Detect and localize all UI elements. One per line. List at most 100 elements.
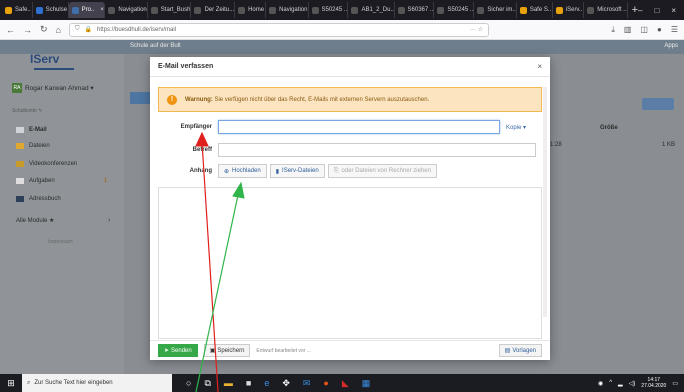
browser-tab[interactable]: Schulse [33, 2, 69, 18]
recipient-input[interactable] [218, 120, 500, 134]
page-actions-icon[interactable]: ··· ☆ [470, 26, 483, 33]
copy-dropdown[interactable]: Kopie ▾ [506, 124, 526, 131]
send-button[interactable]: ➤ Senden [158, 344, 198, 357]
tray-arrow-icon[interactable]: ^ [609, 380, 612, 386]
subject-label: Betreff [192, 147, 212, 153]
message-editor[interactable] [158, 187, 542, 339]
forward-icon[interactable]: → [23, 25, 32, 35]
minimize-icon[interactable]: – [638, 6, 642, 15]
tab-favicon-icon [555, 6, 563, 14]
tab-label: iServ.. [565, 7, 583, 13]
tasks-icon [16, 178, 24, 184]
browser-tab[interactable]: AB1_2_Du.. [348, 2, 395, 18]
tab-favicon-icon [477, 6, 485, 14]
size-column-header[interactable]: Größe [600, 125, 618, 131]
mail-size: 1 KB [662, 142, 676, 148]
clock[interactable]: 14:17 27.04.2020 [641, 377, 666, 389]
search-icon: ⌕ [27, 379, 31, 386]
warning-text: Sie verfügen nicht über das Recht, E-Mai… [214, 96, 430, 103]
browser-toolbar: ⤓ ▥ ◫ ● ☰ [611, 25, 678, 35]
store-icon[interactable]: ■ [246, 378, 251, 389]
menu-icon[interactable]: ☰ [671, 25, 678, 35]
browser-tab[interactable]: Sicher im.. [474, 2, 517, 18]
browser-tab[interactable]: Pro.. × [68, 2, 106, 18]
sidebar-item[interactable]: Alle Module ★ › [16, 217, 110, 224]
mail-app-icon[interactable]: ✉ [303, 378, 311, 389]
browser-tab[interactable]: iServ.. [553, 2, 585, 18]
sidebar: IServ RA Rogar Karwan Ahmad ▾ Schulkonto… [0, 40, 124, 374]
browser-tab[interactable]: S60367 .. [395, 2, 435, 18]
tab-favicon-icon [269, 6, 277, 14]
tab-label: Schulse [45, 7, 68, 13]
dropbox-icon[interactable]: ✥ [282, 378, 290, 389]
taskbar-search[interactable]: ⌕ Zur Suche Text hier eingeben [22, 374, 172, 392]
cortana-icon[interactable]: ○ [186, 378, 191, 389]
sidebar-item-label: Videokonferenzen [29, 161, 78, 167]
explorer-icon[interactable]: ▬ [224, 378, 233, 389]
reload-icon[interactable]: ↻ [40, 24, 48, 35]
browser-tab[interactable]: S50245 .. [434, 2, 475, 18]
mail-icon [16, 127, 24, 133]
sidebar-item[interactable]: E-Mail [16, 127, 47, 133]
maximize-icon[interactable]: □ [654, 6, 659, 15]
template-button[interactable]: ▤ Vorlagen [498, 344, 542, 357]
browser-tab[interactable]: Safe.. [2, 2, 33, 18]
sidebar-item[interactable]: Adressbuch [16, 196, 61, 202]
imprint-link[interactable]: Impressum [48, 239, 73, 245]
home-icon[interactable]: ⌂ [56, 25, 61, 35]
edge-icon[interactable]: e [264, 378, 269, 389]
subject-input[interactable] [218, 143, 536, 157]
network-icon[interactable]: ▂ [618, 380, 623, 387]
library-icon[interactable]: ▥ [624, 25, 632, 35]
dialog-scrollbar[interactable] [543, 87, 547, 317]
task-view-icon[interactable]: ⧉ [204, 378, 210, 389]
sidebar-item[interactable]: Videokonferenzen [16, 161, 77, 167]
sidebar-item[interactable]: Dateien [16, 143, 50, 149]
browser-tab[interactable]: Navigation [105, 2, 148, 18]
browser-tab[interactable]: S50245 .. [309, 2, 349, 18]
tab-favicon-icon [194, 6, 202, 14]
sidebar-item-label: Aufgaben [29, 178, 55, 184]
search-button[interactable] [642, 98, 674, 110]
tab-label: S60367 .. [407, 7, 434, 13]
windows-start-icon[interactable]: ⊞ [0, 378, 22, 389]
close-icon[interactable]: × [537, 62, 542, 71]
notification-icon[interactable]: ▭ [672, 380, 678, 387]
browser-tab[interactable]: Der Zeitu... [191, 2, 236, 18]
browser-tab[interactable]: Start_Bush [148, 2, 192, 18]
save-button[interactable]: ▣ Speichern [203, 344, 251, 357]
url-bar[interactable]: ⛉ 🔒 https://buesdhull.de/iserv/mail ··· … [68, 22, 489, 37]
template-icon: ▤ [504, 348, 511, 354]
tab-favicon-icon [238, 6, 246, 14]
tab-label: Pro.. [81, 7, 95, 13]
sidebar-icon[interactable]: ◫ [640, 25, 648, 35]
back-icon[interactable]: ← [6, 25, 15, 35]
browser-tab[interactable]: Home [235, 2, 267, 18]
word-icon[interactable]: ▦ [362, 378, 371, 389]
volume-icon[interactable]: ◁) [629, 380, 636, 387]
download-icon[interactable]: ⤓ [611, 25, 615, 35]
iserv-files-button[interactable]: ▮ IServ-Dateien [269, 164, 325, 178]
lock-icon: 🔒 [84, 27, 92, 33]
acrobat-icon[interactable]: ◣ [342, 378, 349, 389]
logo-underline [34, 68, 74, 70]
drop-zone[interactable]: ⎘ oder Dateien von Rechner ziehen [327, 164, 437, 178]
tab-favicon-icon [519, 6, 527, 14]
browser-tab[interactable]: Navigation [266, 2, 309, 18]
tab-label: S50245 .. [321, 7, 348, 13]
tray-app-icon[interactable]: ◉ [598, 380, 603, 387]
dialog-title: E-Mail verfassen [158, 63, 214, 70]
browser-tab[interactable]: Safe S.. [517, 2, 553, 18]
tab-close-icon[interactable]: × [100, 7, 104, 13]
drop-icon: ⎘ [333, 167, 339, 174]
user-menu[interactable]: RA Rogar Karwan Ahmad ▾ [12, 83, 94, 93]
upload-button[interactable]: ⊕ Hochladen [218, 164, 267, 178]
windows-taskbar: ⊞ ⌕ Zur Suche Text hier eingeben ○ ⧉ ▬ ■… [0, 374, 684, 392]
folder-icon [16, 143, 24, 149]
firefox-icon[interactable]: ● [323, 378, 328, 389]
browser-tab[interactable]: Microsoft .. [584, 2, 628, 18]
extension-icon[interactable]: ● [657, 25, 662, 35]
sidebar-item[interactable]: Aufgaben 1 [16, 178, 107, 184]
tab-label: Navigation [279, 7, 308, 13]
window-close-icon[interactable]: × [671, 6, 676, 15]
